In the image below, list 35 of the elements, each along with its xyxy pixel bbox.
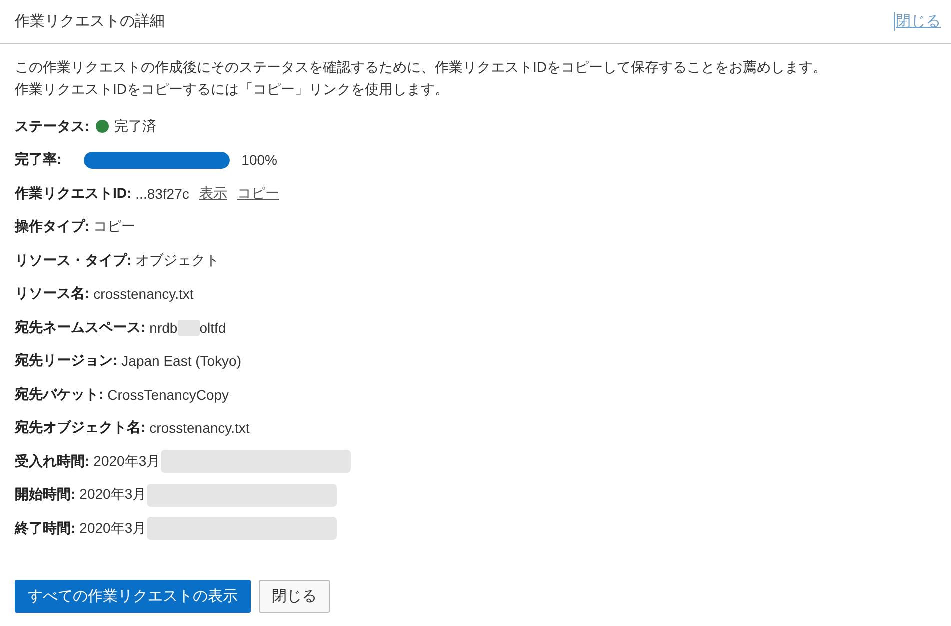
description-text: この作業リクエストの作成後にそのステータスを確認するために、作業リクエストIDをコピーして保存することをお薦めします。: [15, 58, 827, 77]
field-label: 宛先オブジェクト名:: [15, 419, 146, 438]
field-label: 宛先バケット:: [15, 386, 104, 404]
field-label: 宛先ネームスペース:: [15, 318, 146, 337]
field-value: コピー: [94, 218, 136, 236]
field-value: 2020年3月: [80, 486, 147, 504]
field-label: 開始時間:: [15, 486, 76, 504]
field-value: crosstenancy.txt: [94, 286, 194, 302]
close-button[interactable]: 閉じる: [259, 580, 330, 612]
description-text: 作業リクエストIDをコピーするには「コピー」リンクを使用します。: [15, 80, 449, 99]
text-link[interactable]: 表示: [199, 184, 228, 203]
field-label: 終了時間:: [15, 520, 76, 538]
field-value: 完了済: [114, 118, 157, 136]
view-all-button[interactable]: すべての作業リクエストの表示: [15, 580, 251, 612]
field-value: ...83f27c: [136, 186, 190, 202]
field-label: リソース名:: [15, 285, 90, 304]
field-value: crosstenancy.txt: [150, 420, 250, 436]
field-value: 2020年3月: [80, 520, 147, 538]
field-label: 操作タイプ:: [15, 218, 90, 236]
field-value: オブジェクト: [136, 252, 220, 270]
field-label: 作業リクエストID:: [15, 184, 132, 203]
field-label: 宛先リージョン:: [15, 352, 118, 370]
field-value: oltfd: [200, 320, 226, 336]
dialog-title: 作業リクエストの詳細: [15, 12, 165, 31]
field-value: CrossTenancyCopy: [108, 386, 230, 403]
redaction-block: [178, 320, 200, 336]
text-link[interactable]: コピー: [237, 184, 280, 203]
field-value: nrdb: [150, 320, 178, 336]
field-label: ステータス:: [15, 118, 90, 136]
progress-reading: 100%: [242, 152, 278, 168]
field-label: 完了率:: [15, 151, 62, 170]
field-value: Japan East (Tokyo): [122, 353, 242, 370]
field-label: 受入れ時間:: [15, 452, 90, 471]
field-label: リソース・タイプ:: [15, 252, 132, 270]
field-value: 2020年3月: [94, 452, 161, 471]
